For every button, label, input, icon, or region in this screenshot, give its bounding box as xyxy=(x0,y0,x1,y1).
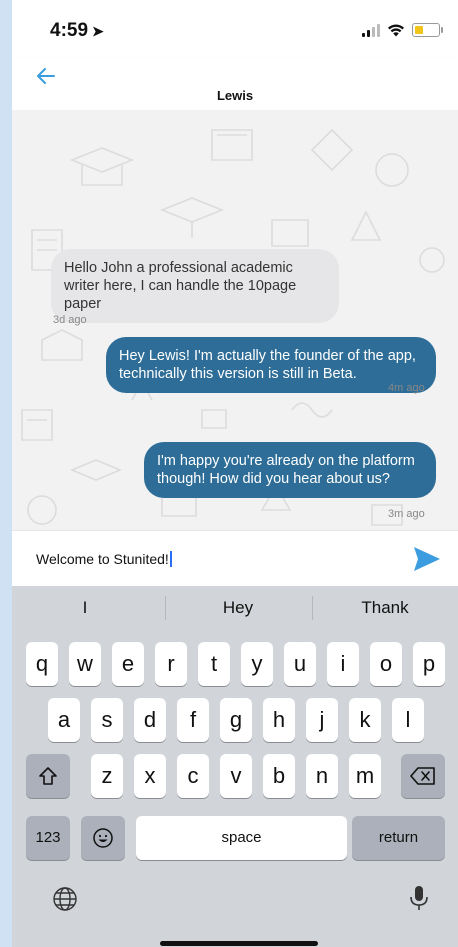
emoji-key[interactable] xyxy=(81,816,125,860)
return-key[interactable]: return xyxy=(352,816,445,860)
phone-screen: 4:59 ➤ Lewis Hello John a professional a… xyxy=(12,0,458,947)
message-input[interactable]: Welcome to Stunited! xyxy=(36,551,172,567)
key-l[interactable]: l xyxy=(392,698,424,742)
space-key[interactable]: space xyxy=(136,816,347,860)
wifi-icon xyxy=(388,24,404,37)
numbers-key[interactable]: 123 xyxy=(26,816,70,860)
key-x[interactable]: x xyxy=(134,754,166,798)
message-text: Hello John a professional academic write… xyxy=(64,260,297,312)
key-c[interactable]: c xyxy=(177,754,209,798)
key-n[interactable]: n xyxy=(306,754,338,798)
suggestion-1[interactable]: I xyxy=(12,586,158,630)
message-timestamp: 4m ago xyxy=(388,382,425,394)
microphone-icon[interactable] xyxy=(409,884,429,912)
key-p[interactable]: p xyxy=(413,642,445,686)
message-bubble-outgoing[interactable]: I'm happy you're already on the platform… xyxy=(144,442,436,498)
key-i[interactable]: i xyxy=(327,642,359,686)
status-bar: 4:59 ➤ xyxy=(12,0,458,58)
key-r[interactable]: r xyxy=(155,642,187,686)
home-indicator[interactable] xyxy=(160,941,318,946)
message-text: Hey Lewis! I'm actually the founder of t… xyxy=(119,348,416,382)
key-y[interactable]: y xyxy=(241,642,273,686)
suggestion-3[interactable]: Thank xyxy=(312,586,458,630)
delete-key[interactable] xyxy=(401,754,445,798)
message-list[interactable]: Hello John a professional academic write… xyxy=(12,110,458,530)
contact-name: Lewis xyxy=(216,88,254,103)
keyboard: I Hey Thank q w e r t y u i o p a s d f … xyxy=(12,586,458,947)
status-icons xyxy=(362,22,443,38)
key-w[interactable]: w xyxy=(69,642,101,686)
shift-icon xyxy=(39,767,57,785)
key-g[interactable]: g xyxy=(220,698,252,742)
key-j[interactable]: j xyxy=(306,698,338,742)
battery-icon xyxy=(412,23,443,37)
message-timestamp: 3m ago xyxy=(388,508,425,520)
message-timestamp: 3d ago xyxy=(53,314,87,326)
message-bubble-outgoing[interactable]: Hey Lewis! I'm actually the founder of t… xyxy=(106,337,436,393)
chat-header: Lewis xyxy=(12,58,458,111)
key-a[interactable]: a xyxy=(48,698,80,742)
key-u[interactable]: u xyxy=(284,642,316,686)
location-icon: ➤ xyxy=(92,23,104,39)
cellular-signal-icon xyxy=(362,23,380,37)
key-v[interactable]: v xyxy=(220,754,252,798)
globe-icon[interactable] xyxy=(52,886,78,912)
key-q[interactable]: q xyxy=(26,642,58,686)
key-k[interactable]: k xyxy=(349,698,381,742)
message-bubble-incoming[interactable]: Hello John a professional academic write… xyxy=(51,249,339,323)
key-t[interactable]: t xyxy=(198,642,230,686)
key-s[interactable]: s xyxy=(91,698,123,742)
key-z[interactable]: z xyxy=(91,754,123,798)
message-input-text: Welcome to Stunited! xyxy=(36,551,169,567)
status-time: 4:59 ➤ xyxy=(50,20,104,42)
key-b[interactable]: b xyxy=(263,754,295,798)
key-d[interactable]: d xyxy=(134,698,166,742)
message-composer: Welcome to Stunited! xyxy=(12,530,458,587)
suggestion-2[interactable]: Hey xyxy=(165,586,311,630)
key-e[interactable]: e xyxy=(112,642,144,686)
key-o[interactable]: o xyxy=(370,642,402,686)
backspace-icon xyxy=(410,767,435,785)
key-f[interactable]: f xyxy=(177,698,209,742)
text-cursor xyxy=(169,551,172,567)
key-m[interactable]: m xyxy=(349,754,381,798)
send-icon[interactable] xyxy=(412,544,442,574)
back-arrow-icon[interactable] xyxy=(34,64,58,88)
emoji-icon xyxy=(93,828,113,848)
status-time-text: 4:59 xyxy=(50,20,89,41)
key-h[interactable]: h xyxy=(263,698,295,742)
message-text: I'm happy you're already on the platform… xyxy=(157,453,415,487)
shift-key[interactable] xyxy=(26,754,70,798)
